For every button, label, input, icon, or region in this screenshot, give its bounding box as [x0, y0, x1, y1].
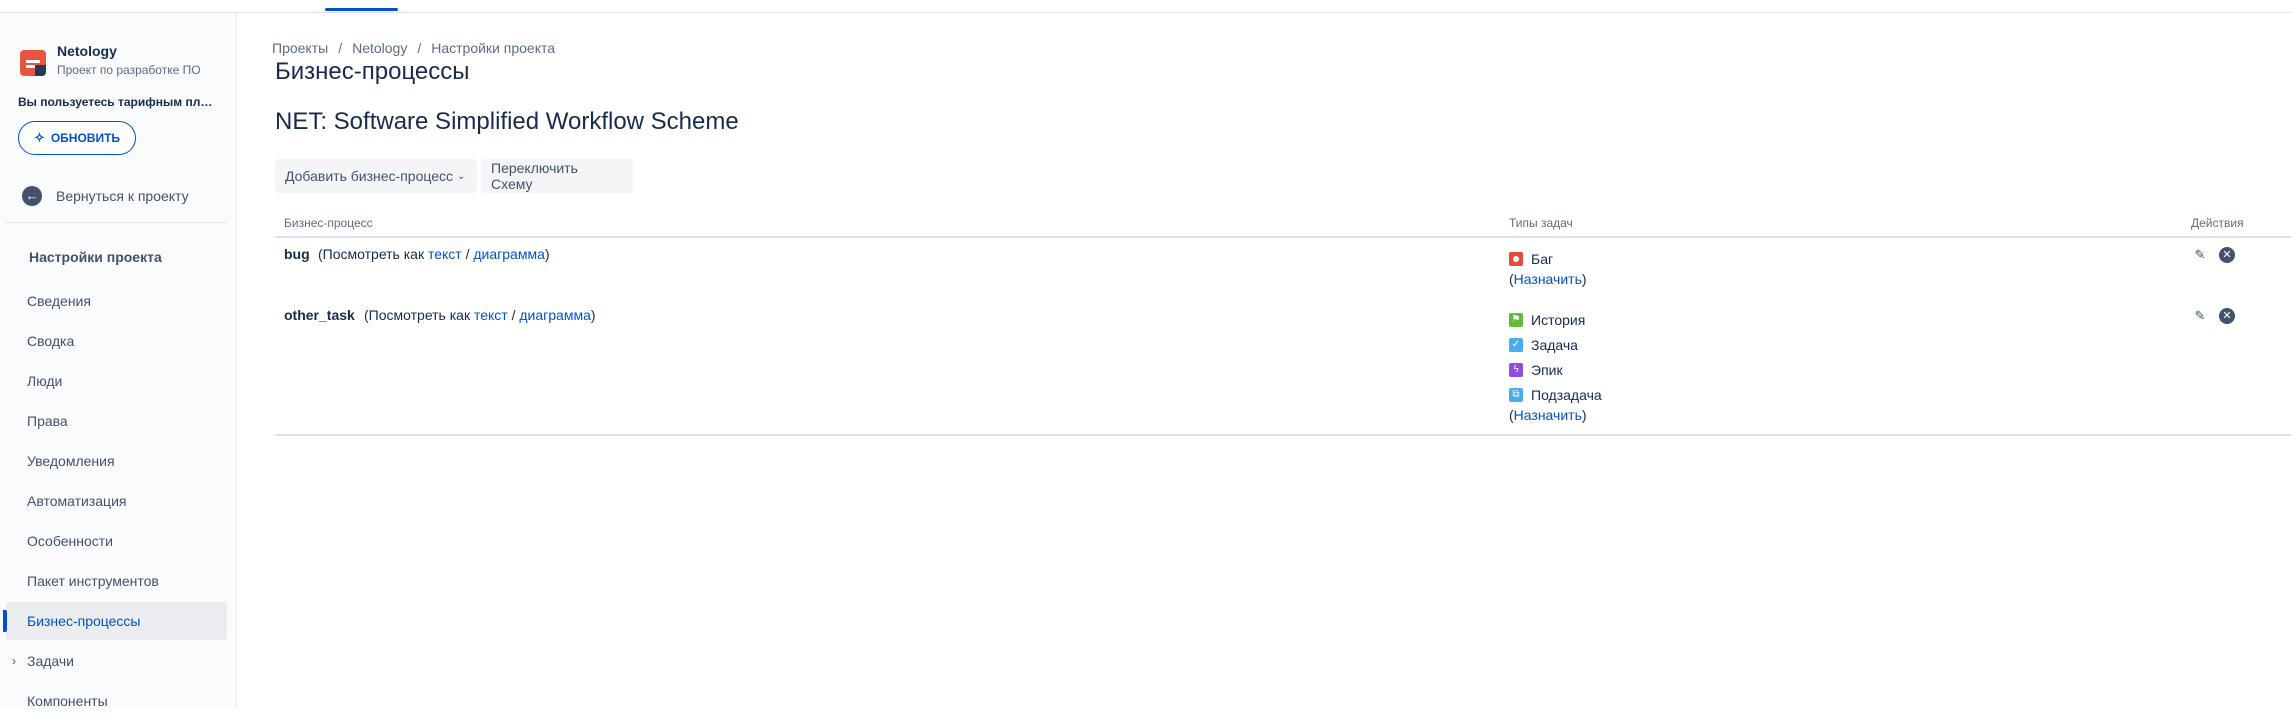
view-as-prefix: (Посмотреть как	[364, 307, 474, 323]
sidebar-item-details[interactable]: Сведения	[6, 282, 227, 320]
workflow-name: other_task	[284, 307, 355, 323]
issue-type-name: Подзадача	[1531, 387, 1602, 403]
issue-type-name: Задача	[1531, 337, 1578, 353]
project-settings-header: Настройки проекта	[29, 249, 162, 265]
project-type: Проект по разработке ПО	[57, 63, 201, 77]
assign-link[interactable]: Назначить	[1514, 271, 1582, 287]
issue-type-name: Эпик	[1531, 362, 1563, 378]
view-as-diagram-link[interactable]: диаграмма	[473, 246, 545, 262]
sidebar-item-label: Сведения	[27, 293, 91, 309]
project-avatar-icon[interactable]	[20, 50, 46, 76]
view-separator: /	[461, 246, 474, 262]
column-header-issue-types: Типы задач	[1509, 216, 1573, 230]
switch-scheme-button[interactable]: Переключить Схему	[481, 159, 633, 193]
issue-type-name: История	[1531, 312, 1586, 328]
assign-link[interactable]: Назначить	[1514, 407, 1582, 423]
breadcrumb-project[interactable]: Netology	[352, 40, 407, 56]
sidebar-item-label: Пакет инструментов	[27, 573, 159, 589]
issue-type-item: ⚑ История	[1509, 310, 1585, 330]
issue-type-item: ✓ Задача	[1509, 335, 1578, 355]
sparkle-icon: ✧	[33, 130, 45, 145]
sidebar-item-summary[interactable]: Сводка	[6, 322, 227, 360]
view-separator: /	[507, 307, 520, 323]
upgrade-button[interactable]: ✧ ОБНОВИТЬ	[18, 121, 136, 155]
delete-icon[interactable]: ✕	[2219, 247, 2235, 263]
switch-scheme-label: Переключить Схему	[491, 160, 578, 192]
assign-issue-types: (Назначить)	[1509, 407, 1587, 423]
chevron-right-icon[interactable]: ›	[12, 654, 16, 668]
sidebar-item-workflows[interactable]: Бизнес-процессы	[3, 602, 227, 640]
sidebar-item-permissions[interactable]: Права	[6, 402, 227, 440]
view-as-diagram-link[interactable]: диаграмма	[519, 307, 591, 323]
sidebar-item-label: Компоненты	[27, 693, 108, 709]
sidebar-item-label: Люди	[27, 373, 63, 389]
delete-icon[interactable]: ✕	[2219, 308, 2235, 324]
issue-type-name: Баг	[1531, 251, 1554, 267]
sidebar-item-label: Особенности	[27, 533, 113, 549]
sidebar-item-label: Уведомления	[27, 453, 115, 469]
project-name[interactable]: Netology	[57, 43, 117, 59]
sidebar-item-label: Бизнес-процессы	[27, 613, 141, 629]
breadcrumb-settings[interactable]: Настройки проекта	[431, 40, 555, 56]
sidebar: Netology Проект по разработке ПО Вы поль…	[0, 13, 237, 709]
scheme-title: NET: Software Simplified Workflow Scheme	[275, 108, 739, 135]
story-icon: ⚑	[1509, 313, 1523, 327]
sidebar-item-label: Сводка	[27, 333, 75, 349]
upgrade-button-label: ОБНОВИТЬ	[50, 131, 121, 145]
breadcrumb-separator: /	[417, 40, 422, 56]
breadcrumb: Проекты / Netology / Настройки проекта	[272, 40, 555, 56]
table-header-divider	[275, 236, 2291, 238]
page-title: Бизнес-процессы	[275, 58, 470, 85]
sidebar-item-people[interactable]: Люди	[6, 362, 227, 400]
breadcrumb-separator: /	[338, 40, 343, 56]
sidebar-item-notifications[interactable]: Уведомления	[6, 442, 227, 480]
sidebar-item-label: Автоматизация	[27, 493, 127, 509]
top-navigation-bar	[0, 0, 2291, 13]
add-workflow-label: Добавить бизнес-процесс	[285, 168, 453, 184]
view-as-prefix: (Посмотреть как	[318, 246, 428, 262]
arrow-left-icon: ←	[22, 186, 42, 206]
sidebar-item-issue-types[interactable]: › Задачи	[6, 642, 227, 680]
top-nav-active-indicator	[325, 8, 398, 11]
back-to-project-label: Вернуться к проекту	[56, 188, 189, 204]
edit-pencil-icon[interactable]: ✎	[2192, 308, 2208, 324]
subtask-icon: ⧉	[1509, 388, 1523, 402]
workflow-name: bug	[284, 246, 310, 262]
column-header-workflow: Бизнес-процесс	[284, 216, 373, 230]
table-bottom-divider	[275, 434, 2291, 436]
sidebar-item-automation[interactable]: Автоматизация	[6, 482, 227, 520]
chevron-down-icon: ⌄	[457, 170, 466, 182]
breadcrumb-projects[interactable]: Проекты	[272, 40, 328, 56]
bug-icon	[1509, 252, 1523, 266]
sidebar-item-components[interactable]: Компоненты	[6, 682, 227, 720]
view-as-suffix: )	[544, 246, 550, 262]
assign-paren-close: )	[1581, 407, 1587, 423]
plan-info: Вы пользуетесь тарифным планом Free	[18, 95, 213, 109]
view-as-text-link[interactable]: текст	[428, 246, 462, 262]
column-header-actions: Действия	[2191, 216, 2244, 230]
assign-paren-close: )	[1581, 271, 1587, 287]
epic-icon: ϟ	[1509, 363, 1523, 377]
issue-type-item: Баг	[1509, 249, 1553, 269]
edit-pencil-icon[interactable]: ✎	[2192, 247, 2208, 263]
view-as-suffix: )	[590, 307, 596, 323]
sidebar-item-label: Права	[27, 413, 68, 429]
issue-type-item: ⧉ Подзадача	[1509, 385, 1602, 405]
sidebar-item-features[interactable]: Особенности	[6, 522, 227, 560]
back-to-project-link[interactable]: ← Вернуться к проекту	[22, 185, 189, 207]
sidebar-divider	[6, 222, 226, 223]
sidebar-item-label: Задачи	[27, 653, 75, 669]
view-as-text-link[interactable]: текст	[474, 307, 508, 323]
task-icon: ✓	[1509, 338, 1523, 352]
workflow-view-links: (Посмотреть как текст / диаграмма)	[318, 246, 550, 262]
sidebar-item-toolchain[interactable]: Пакет инструментов	[6, 562, 227, 600]
add-workflow-dropdown-button[interactable]: Добавить бизнес-процесс ⌄	[275, 159, 477, 193]
workflow-view-links: (Посмотреть как текст / диаграмма)	[364, 307, 596, 323]
issue-type-item: ϟ Эпик	[1509, 360, 1563, 380]
assign-issue-types: (Назначить)	[1509, 271, 1587, 287]
